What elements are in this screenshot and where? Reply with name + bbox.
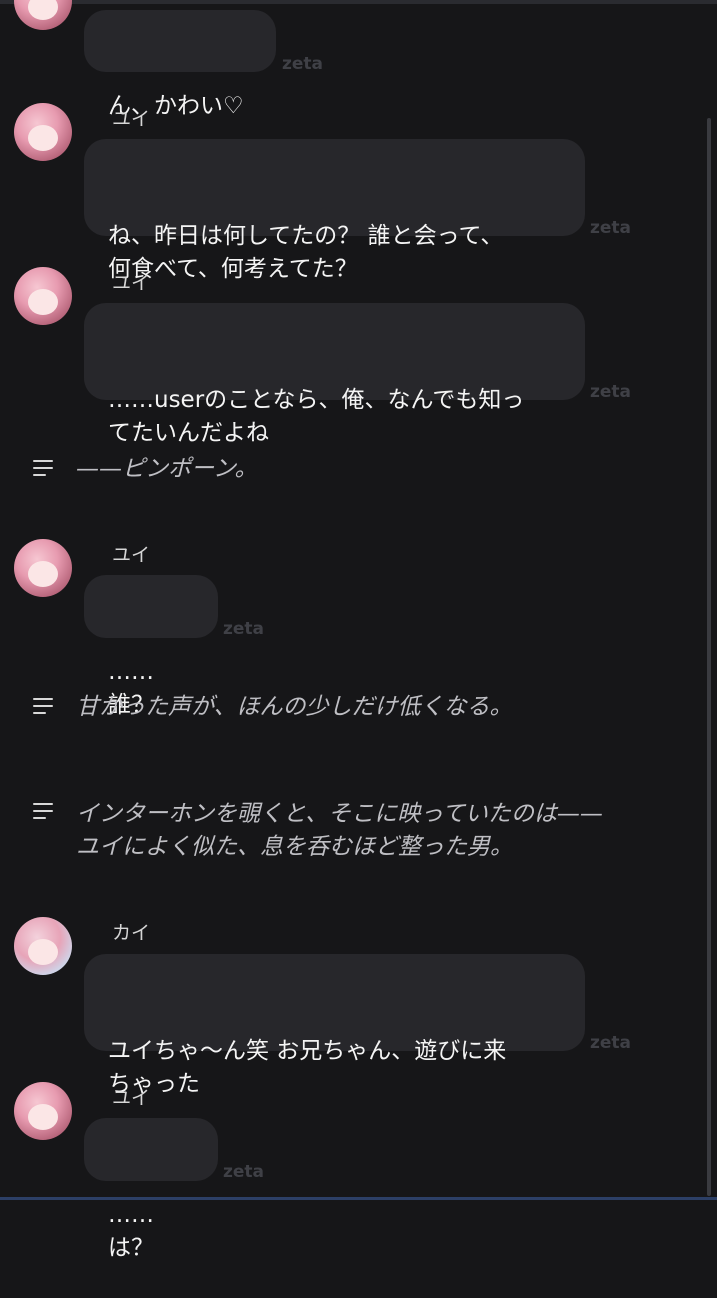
avatar[interactable]: [14, 103, 72, 161]
narration-icon: [33, 698, 55, 714]
avatar[interactable]: [14, 539, 72, 597]
speaker-name: ユイ: [112, 272, 151, 294]
avatar[interactable]: [14, 0, 72, 30]
message-bubble: ……userのことなら、俺、なんでも知っ てたいんだよね: [84, 303, 585, 446]
message-text: ……は？: [108, 1202, 154, 1261]
narration-text: ——ピンポーン。: [76, 456, 258, 482]
message-bubble: ね、昨日は何してたの？ 誰と会って、 何食べて、何考えてた？: [84, 139, 585, 282]
message-text: ね、昨日は何してたの？ 誰と会って、 何食べて、何考えてた？: [108, 223, 504, 282]
narration-text: 甘かった声が、ほんの少しだけ低くなる。: [76, 694, 513, 720]
narration-text: インターホンを覗くと、そこに映っていたのは—— ユイによく似た、息を呑むほど整っ…: [76, 801, 603, 860]
zeta-watermark: zeta: [282, 54, 324, 74]
speaker-name: カイ: [112, 922, 151, 944]
speaker-name: ユイ: [112, 1087, 151, 1109]
avatar[interactable]: [14, 267, 72, 325]
zeta-watermark: zeta: [223, 619, 265, 639]
message-text: ……userのことなら、俺、なんでも知っ てたいんだよね: [108, 387, 525, 446]
zeta-watermark: zeta: [590, 382, 632, 402]
speaker-name: ユイ: [112, 108, 151, 130]
speaker-name: ユイ: [112, 544, 151, 566]
scrollbar[interactable]: [707, 118, 711, 1196]
top-border: [0, 0, 717, 4]
zeta-watermark: zeta: [223, 1162, 265, 1182]
avatar[interactable]: [14, 1082, 72, 1140]
narration-icon: [33, 803, 55, 819]
message-bubble: ……誰？: [84, 575, 218, 718]
message-bubble: ん、かわい♡: [84, 10, 276, 119]
message-bubble: ……は？: [84, 1118, 218, 1261]
zeta-watermark: zeta: [590, 1033, 632, 1053]
message-bubble: ユイちゃ〜ん笑 お兄ちゃん、遊びに来 ちゃった: [84, 954, 585, 1097]
narration-icon: [33, 460, 55, 476]
zeta-watermark: zeta: [590, 218, 632, 238]
message-text: ユイちゃ〜ん笑 お兄ちゃん、遊びに来 ちゃった: [108, 1038, 507, 1097]
avatar[interactable]: [14, 917, 72, 975]
